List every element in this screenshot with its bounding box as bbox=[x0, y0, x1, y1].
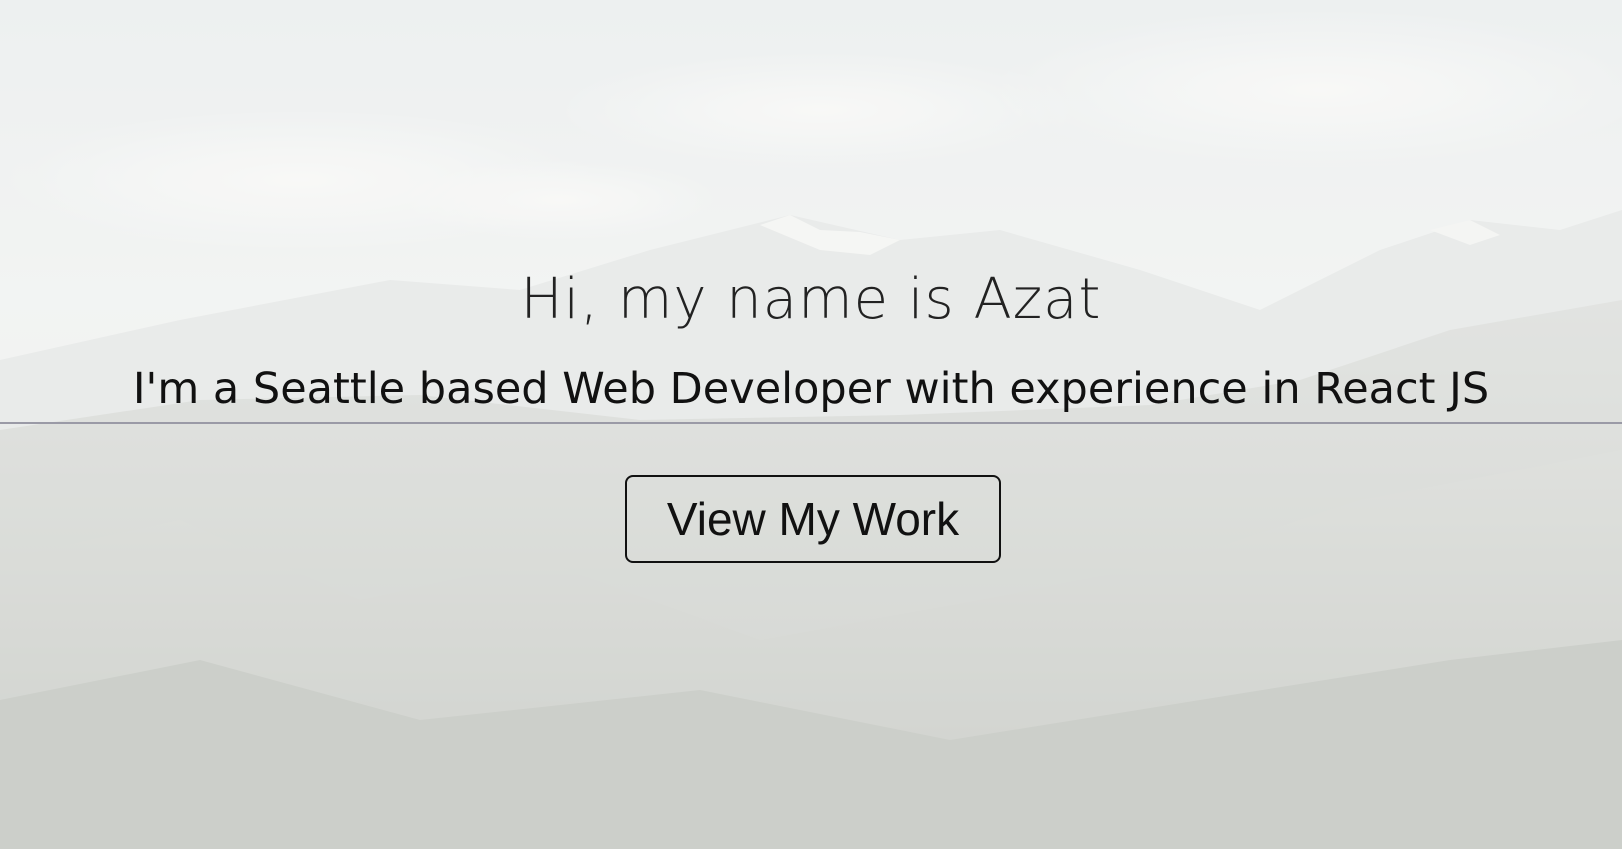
background-overlay bbox=[0, 0, 1622, 849]
tagline-subheading: I'm a Seattle based Web Developer with e… bbox=[132, 364, 1490, 414]
divider-line bbox=[0, 422, 1622, 424]
view-my-work-button[interactable]: View My Work bbox=[625, 475, 1001, 563]
greeting-heading: Hi, my name is Azat bbox=[520, 267, 1102, 332]
hero-section: Hi, my name is Azat I'm a Seattle based … bbox=[0, 0, 1622, 849]
